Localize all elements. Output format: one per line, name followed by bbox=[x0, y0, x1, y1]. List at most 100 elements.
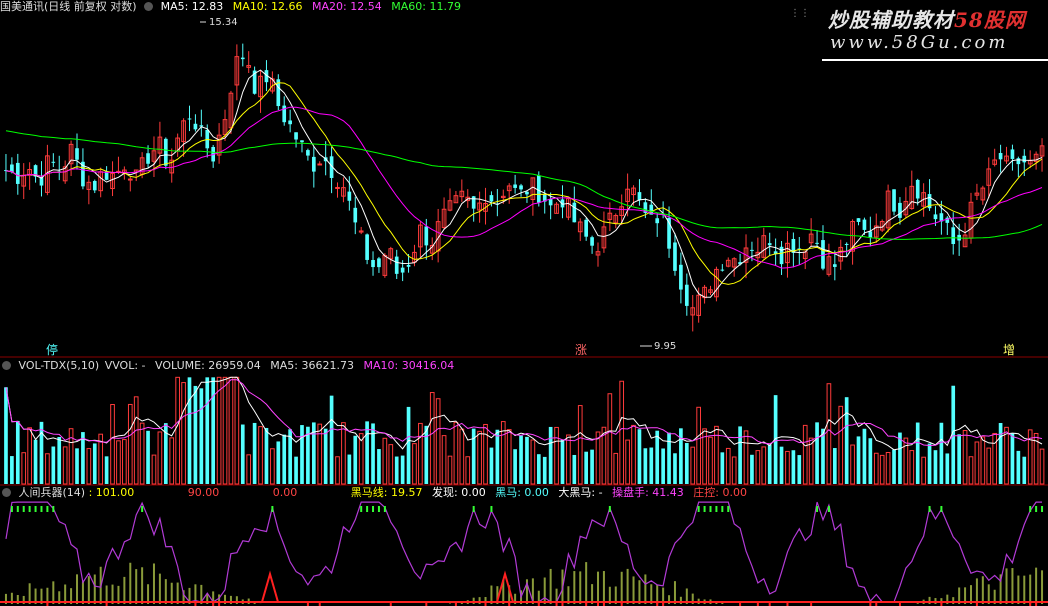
volume-bar bbox=[110, 404, 115, 485]
volume-bar bbox=[613, 452, 619, 485]
volume-bar bbox=[631, 424, 636, 485]
candle-body bbox=[998, 153, 1003, 160]
indicator-histogram-bar bbox=[597, 571, 600, 604]
indicator-histogram-bar bbox=[1041, 570, 1044, 604]
volume-bar bbox=[536, 454, 541, 484]
settings-circle-icon[interactable] bbox=[2, 488, 11, 497]
candle-body bbox=[365, 234, 369, 260]
candle-body bbox=[1010, 149, 1015, 159]
candle-body bbox=[15, 162, 20, 184]
volume-bar bbox=[300, 425, 304, 484]
candle-body bbox=[335, 186, 340, 189]
candle-body bbox=[400, 267, 405, 273]
volume-bar bbox=[169, 437, 175, 485]
candle-body bbox=[862, 219, 867, 230]
volume-bar bbox=[655, 430, 660, 484]
candle-body bbox=[353, 207, 358, 223]
indicator-histogram-bar bbox=[152, 563, 155, 604]
volume-bar bbox=[341, 422, 346, 485]
volume-bar bbox=[927, 443, 932, 484]
volume-bar bbox=[560, 439, 565, 484]
candle-body bbox=[394, 256, 399, 274]
stock-chart[interactable] bbox=[0, 0, 1048, 606]
volume-bar bbox=[75, 448, 79, 484]
indicator-histogram-bar bbox=[632, 576, 635, 604]
candle-body bbox=[146, 153, 150, 164]
volume-bar bbox=[122, 439, 127, 485]
volume-bar bbox=[228, 376, 234, 485]
indicator-histogram-bar bbox=[176, 582, 179, 604]
candle-body bbox=[300, 140, 304, 143]
candle-body bbox=[317, 163, 323, 166]
settings-circle-icon[interactable] bbox=[144, 2, 154, 11]
volume-bar bbox=[382, 437, 388, 485]
volume-bar bbox=[731, 456, 737, 485]
indicator-histogram-bar bbox=[81, 581, 84, 604]
volume-bar bbox=[679, 428, 683, 484]
volume-bar bbox=[222, 376, 228, 485]
volume-bar bbox=[862, 428, 867, 484]
volume-bar bbox=[738, 426, 742, 484]
indicator-panel-header: 人间兵器(14) : 101.00 90.00 0.00 黑马线: 19.57 … bbox=[0, 486, 753, 500]
volume-bar bbox=[335, 456, 340, 485]
expand-icon[interactable]: ⋮⋮ bbox=[790, 8, 810, 19]
vvol-label: VVOL: - bbox=[104, 359, 146, 372]
volume-bar bbox=[377, 449, 381, 484]
volume-bar bbox=[68, 428, 74, 485]
volume-bar bbox=[246, 454, 252, 485]
candle-body bbox=[720, 269, 725, 271]
volume-bar bbox=[933, 450, 938, 484]
volume-bar bbox=[388, 444, 394, 485]
volume-bar bbox=[785, 450, 790, 485]
volume-bar bbox=[625, 439, 630, 485]
volume-bar bbox=[909, 450, 915, 485]
volume-bar bbox=[725, 447, 731, 485]
volume-bar bbox=[513, 449, 517, 484]
volume-bar bbox=[1022, 456, 1027, 484]
volume-bar bbox=[892, 449, 896, 484]
volume-panel-header: VOL-TDX(5,10) VVOL: - VOLUME: 26959.04 M… bbox=[0, 359, 460, 373]
indicator-histogram-bar bbox=[1011, 568, 1014, 604]
volume-bar bbox=[447, 455, 453, 485]
volume-bar bbox=[294, 456, 298, 484]
volume-bar bbox=[412, 443, 417, 485]
volume-bar bbox=[619, 380, 625, 485]
indicator-histogram-bar bbox=[573, 571, 576, 604]
volume-bar bbox=[400, 455, 405, 484]
volume-bar bbox=[684, 443, 689, 484]
ma20-label: MA20: 12.54 bbox=[312, 0, 382, 13]
volume-bar bbox=[187, 377, 192, 484]
ind-value-2: 90.00 bbox=[187, 486, 220, 499]
candle-body bbox=[294, 132, 298, 140]
volume-bar bbox=[240, 424, 245, 484]
volume-bar bbox=[696, 406, 701, 485]
volume-bar bbox=[435, 398, 441, 485]
candle-body bbox=[347, 191, 352, 201]
settings-circle-icon[interactable] bbox=[2, 361, 11, 370]
volume-bar bbox=[1016, 450, 1021, 484]
candle-body bbox=[868, 231, 873, 238]
volume-bar bbox=[211, 377, 216, 484]
vol-ma5-label: MA5: 36621.73 bbox=[270, 359, 354, 372]
candle-body bbox=[673, 242, 677, 271]
candle-body bbox=[933, 214, 938, 220]
volume-bar bbox=[86, 448, 92, 485]
ma5-line bbox=[5, 69, 1043, 298]
volume-bar bbox=[489, 447, 494, 484]
ind-value-1: : 101.00 bbox=[88, 486, 135, 499]
volume-bar bbox=[962, 430, 968, 485]
candle-body bbox=[1022, 155, 1027, 163]
candle-body bbox=[679, 264, 683, 290]
candle-body bbox=[92, 180, 97, 191]
tag-rise: 涨 bbox=[575, 343, 588, 357]
candle-body bbox=[187, 118, 192, 120]
volume-bar bbox=[453, 421, 459, 485]
indicator-histogram-bar bbox=[170, 582, 173, 604]
volume-bar bbox=[62, 446, 68, 485]
indicator-histogram-bar bbox=[1023, 575, 1026, 604]
volume-bar bbox=[317, 423, 323, 485]
watermark: 炒股辅助教材58股网 www.58Gu.com bbox=[822, 0, 1048, 62]
candle-body bbox=[815, 242, 819, 244]
candle-body bbox=[163, 138, 168, 166]
volume-bar bbox=[205, 377, 210, 484]
